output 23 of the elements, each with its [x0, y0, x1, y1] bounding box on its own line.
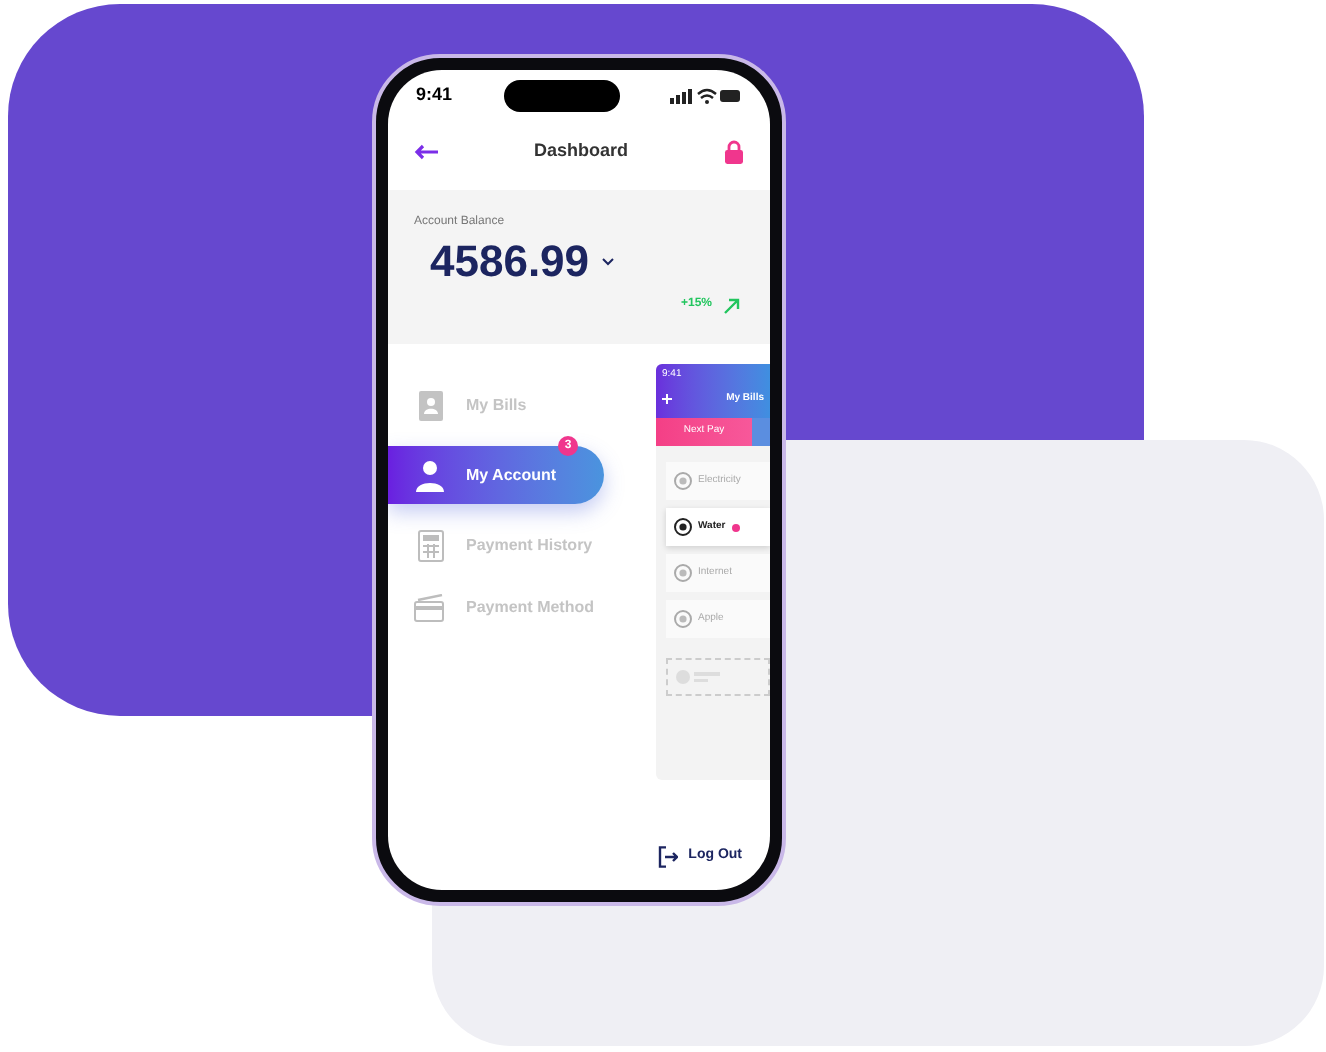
menu-item[interactable]: Payment Method	[388, 586, 604, 628]
bill-type-icon	[674, 610, 692, 628]
plus-icon[interactable]	[662, 393, 672, 404]
header-title: Dashboard	[533, 138, 628, 165]
person-icon	[416, 459, 444, 491]
menu-item[interactable]: My Bills	[388, 384, 604, 426]
bill-type-icon	[674, 472, 692, 490]
status-icons	[669, 88, 742, 104]
calculator-icon	[417, 529, 443, 561]
logout-icon[interactable]	[658, 845, 679, 867]
document-icon	[417, 389, 443, 421]
lock-icon[interactable]	[723, 140, 744, 164]
trend-up-icon	[724, 297, 740, 313]
balance-amount: 4586.99	[430, 240, 590, 284]
bill-type-icon	[674, 518, 692, 536]
dynamic-island	[503, 80, 619, 112]
menu-item[interactable]: Payment History	[388, 524, 604, 566]
status-time: 9:41	[416, 82, 453, 109]
chevron-down-icon[interactable]	[601, 258, 614, 266]
back-arrow-icon[interactable]	[414, 144, 438, 160]
card-icon	[414, 593, 446, 621]
bill-type-icon	[674, 564, 692, 582]
menu-item[interactable]: My Account	[388, 446, 604, 504]
